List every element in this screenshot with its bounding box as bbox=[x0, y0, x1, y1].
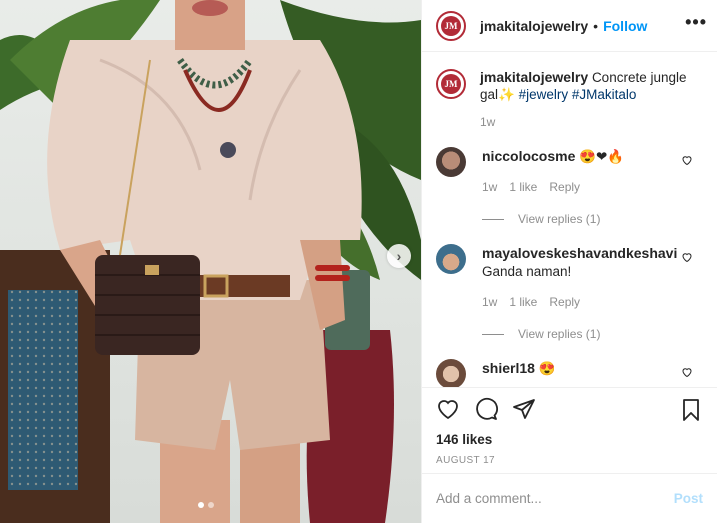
view-replies-label: View replies (1) bbox=[518, 212, 601, 226]
comment-text: 😍 bbox=[538, 361, 556, 376]
like-count[interactable]: 146 likes bbox=[436, 432, 703, 447]
caption-author-avatar[interactable]: JM bbox=[436, 69, 466, 99]
like-comment-heart-icon[interactable] bbox=[681, 153, 693, 169]
comment-likes[interactable]: 1 like bbox=[509, 180, 537, 194]
post-side-panel: JM jmakitalojewelry • Follow ••• JM jmak… bbox=[421, 0, 717, 523]
comment-input[interactable] bbox=[436, 491, 674, 506]
post-date[interactable]: AUGUST 17 bbox=[436, 455, 703, 466]
comment-time[interactable]: 1w bbox=[482, 295, 497, 309]
replies-divider bbox=[482, 218, 504, 220]
commenter-avatar[interactable] bbox=[436, 244, 466, 274]
follow-button[interactable]: Follow bbox=[603, 18, 647, 34]
view-replies-label: View replies (1) bbox=[518, 327, 601, 341]
author-username[interactable]: jmakitalojewelry bbox=[480, 18, 588, 34]
commenter-username[interactable]: mayaloveskeshavandkeshavi bbox=[482, 245, 677, 261]
view-replies-button[interactable]: View replies (1) bbox=[482, 212, 682, 226]
comment-likes[interactable]: 1 like bbox=[509, 295, 537, 309]
comment-text: 😍❤🔥 bbox=[579, 149, 625, 164]
comment-bubble-icon[interactable] bbox=[474, 397, 498, 424]
chevron-right-icon: › bbox=[396, 248, 402, 264]
commenter-avatar[interactable] bbox=[436, 147, 466, 177]
caption-text: jmakitalojewelry Concrete jungle gal✨ #j… bbox=[480, 69, 703, 103]
author-avatar[interactable]: JM bbox=[436, 10, 466, 41]
more-options-icon[interactable]: ••• bbox=[685, 12, 707, 33]
hashtag-jewelry[interactable]: #jewelry bbox=[519, 87, 569, 102]
comment-item: shierl18 😍 bbox=[436, 359, 703, 387]
commenter-username[interactable]: niccolocosme bbox=[482, 148, 575, 164]
comment-item: mayaloveskeshavandkeshavi Ganda naman! 1w… bbox=[436, 244, 703, 341]
reply-button[interactable]: Reply bbox=[549, 180, 580, 194]
carousel-indicator bbox=[198, 502, 214, 508]
hashtag-jmakitalo[interactable]: #JMakitalo bbox=[572, 87, 637, 102]
commenter-username[interactable]: shierl18 bbox=[482, 360, 535, 376]
comment-composer: Post bbox=[422, 473, 717, 523]
share-paper-plane-icon[interactable] bbox=[512, 397, 536, 424]
post-photo: › bbox=[0, 0, 421, 523]
like-comment-heart-icon[interactable] bbox=[681, 365, 693, 381]
carousel-dot-1 bbox=[198, 502, 204, 508]
comment-item: niccolocosme 😍❤🔥 1w 1 like Reply View re… bbox=[436, 147, 703, 226]
post-caption: JM jmakitalojewelry Concrete jungle gal✨… bbox=[436, 69, 703, 103]
caption-timestamp[interactable]: 1w bbox=[480, 115, 703, 129]
comment-time[interactable]: 1w bbox=[482, 180, 497, 194]
bookmark-icon[interactable] bbox=[679, 398, 703, 425]
like-comment-heart-icon[interactable] bbox=[681, 250, 693, 266]
sparkle-emoji: ✨ bbox=[498, 87, 515, 102]
replies-divider bbox=[482, 333, 504, 335]
post-header: JM jmakitalojewelry • Follow ••• bbox=[422, 0, 717, 52]
like-heart-icon[interactable] bbox=[436, 397, 460, 424]
next-photo-button[interactable]: › bbox=[387, 244, 411, 268]
commenter-avatar[interactable] bbox=[436, 359, 466, 387]
brand-logo-icon: JM bbox=[441, 15, 461, 36]
reply-button[interactable]: Reply bbox=[549, 295, 580, 309]
post-comment-button[interactable]: Post bbox=[674, 491, 703, 506]
post-actions: 146 likes AUGUST 17 bbox=[422, 387, 717, 473]
brand-logo-icon: JM bbox=[441, 74, 461, 94]
photo-illustration bbox=[0, 0, 421, 523]
comments-list: JM jmakitalojewelry Concrete jungle gal✨… bbox=[422, 53, 717, 387]
comment-text: Ganda naman! bbox=[482, 264, 572, 279]
caption-author-username[interactable]: jmakitalojewelry bbox=[480, 69, 588, 85]
view-replies-button[interactable]: View replies (1) bbox=[482, 327, 682, 341]
separator-dot: • bbox=[593, 17, 599, 34]
carousel-dot-2 bbox=[208, 502, 214, 508]
